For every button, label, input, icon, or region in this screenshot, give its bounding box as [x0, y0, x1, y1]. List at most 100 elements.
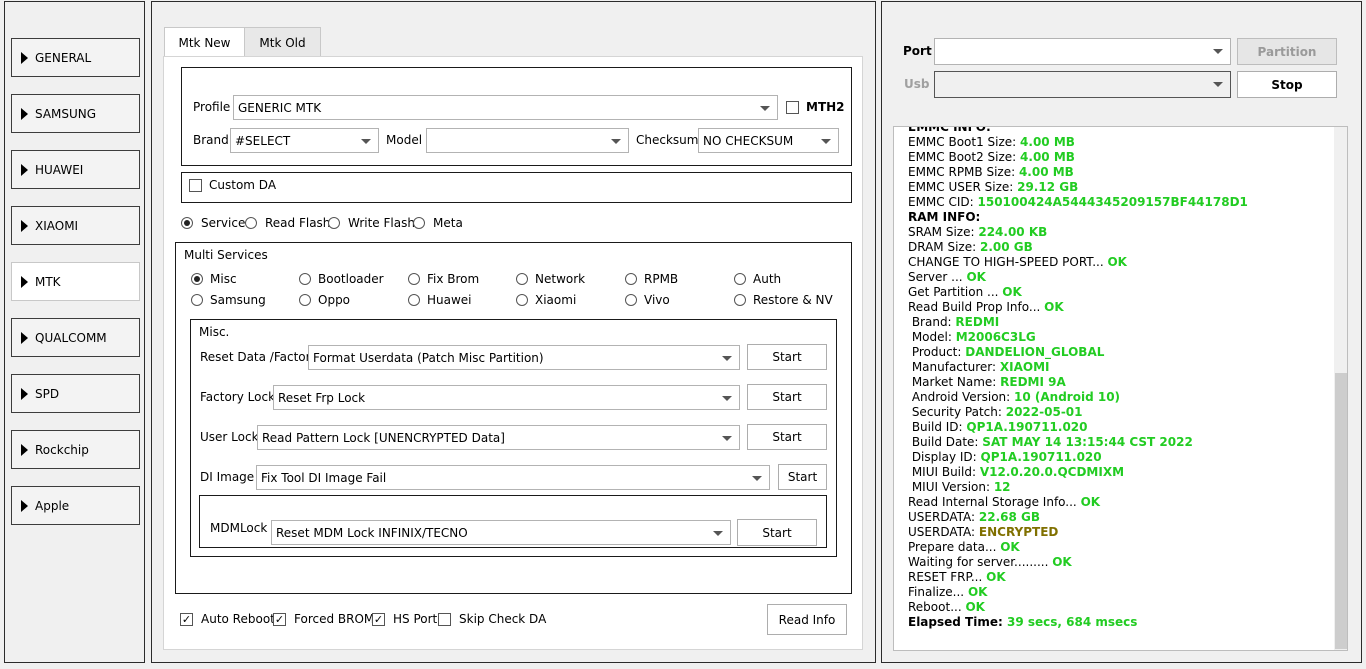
mode-radio-write-flash[interactable] [328, 217, 340, 229]
log-segment: Android Version: [908, 390, 1015, 404]
service-radio-restore-nv[interactable] [734, 294, 746, 306]
misc-row-start-button[interactable]: Start [747, 384, 827, 410]
sidebar-item-spd[interactable]: SPD [11, 374, 140, 413]
log-segment: RESET FRP... [908, 570, 987, 584]
log-segment: OK [965, 600, 985, 614]
mode-radio-read-flash[interactable] [245, 217, 257, 229]
service-radio-misc[interactable] [191, 273, 203, 285]
brand-select[interactable]: #SELECT [230, 128, 379, 153]
option-checkbox-auto-reboot[interactable]: ✓ [180, 613, 193, 626]
triangle-right-icon [21, 275, 28, 288]
triangle-right-icon [21, 387, 28, 400]
log-segment: CHANGE TO HIGH-SPEED PORT... [908, 255, 1108, 269]
option-checkbox-skip-check-da[interactable] [438, 613, 451, 626]
log-segment: Waiting for server......... [908, 555, 1053, 569]
misc-row-select-reset-data-factory[interactable]: Format Userdata (Patch Misc Partition) [308, 345, 740, 370]
sidebar-item-xiaomi[interactable]: XIAOMI [11, 206, 140, 245]
tab-mtk-new[interactable]: Mtk New [164, 27, 245, 57]
mode-radio-service[interactable] [181, 217, 193, 229]
sidebar-item-general[interactable]: GENERAL [11, 38, 140, 77]
partition-button[interactable]: Partition [1237, 38, 1337, 65]
log-line: USERDATA: 22.68 GB [908, 510, 1040, 525]
log-segment: Server ... [908, 270, 967, 284]
log-line: Finalize... OK [908, 585, 987, 600]
log-output[interactable]: EMMC INFO: EMMC Boot1 Size: 4.00 MB EMMC B… [893, 126, 1348, 651]
log-segment: Security Patch: [908, 405, 1006, 419]
log-segment: EMMC Boot1 Size: [908, 135, 1021, 149]
service-radio-bootloader[interactable] [299, 273, 311, 285]
log-segment: Reboot... [908, 600, 966, 614]
sidebar-item-qualcomm[interactable]: QUALCOMM [11, 318, 140, 357]
triangle-right-icon [21, 107, 28, 120]
misc-row-select-di-image[interactable]: Fix Tool DI Image Fail [256, 465, 770, 490]
sidebar-item-samsung[interactable]: SAMSUNG [11, 94, 140, 133]
log-segment: Read Build Prop Info... [908, 300, 1045, 314]
misc-row-start-button[interactable]: Start [747, 344, 827, 370]
chevron-down-icon [713, 531, 723, 536]
log-segment: Finalize... [908, 585, 968, 599]
log-scrollbar-thumb[interactable] [1335, 373, 1347, 649]
sidebar-item-mtk[interactable]: MTK [11, 262, 140, 301]
sidebar-item-label: Apple [35, 498, 70, 513]
mdm-start-button[interactable]: Start [737, 519, 817, 546]
log-segment: 2.00 GB [979, 240, 1033, 254]
log-segment: Manufacturer: [908, 360, 1000, 374]
log-segment: 2022-05-01 [1005, 405, 1083, 419]
log-line: EMMC CID: 150100424A5444345209157BF44178… [908, 195, 1248, 210]
log-segment: DRAM Size: [908, 240, 980, 254]
read-info-button[interactable]: Read Info [767, 604, 847, 635]
mdm-select[interactable]: Reset MDM Lock INFINIX/TECNO [271, 520, 731, 545]
log-line: Read Build Prop Info... OK [908, 300, 1064, 315]
profile-select[interactable]: GENERIC MTK [233, 95, 778, 120]
log-line: Build ID: QP1A.190711.020 [908, 420, 1088, 435]
log-line: Security Patch: 2022-05-01 [908, 405, 1083, 420]
tab-mtk-old[interactable]: Mtk Old [244, 27, 321, 57]
misc-row-select-user-lock[interactable]: Read Pattern Lock [UNENCRYPTED Data] [257, 425, 740, 450]
service-radio-vivo[interactable] [625, 294, 637, 306]
log-line: Brand: REDMI [908, 315, 999, 330]
service-radio-oppo[interactable] [299, 294, 311, 306]
sidebar-item-rockchip[interactable]: Rockchip [11, 430, 140, 469]
chevron-down-icon [722, 356, 732, 361]
log-line: Model: M2006C3LG [908, 330, 1036, 345]
log-scrollbar[interactable] [1334, 127, 1347, 650]
service-radio-huawei[interactable] [408, 294, 420, 306]
custom-da-group [181, 172, 852, 203]
service-radio-xiaomi[interactable] [516, 294, 528, 306]
triangle-right-icon [21, 51, 28, 64]
model-select[interactable] [426, 128, 629, 153]
misc-row-select-factory-lock[interactable]: Reset Frp Lock [273, 385, 740, 410]
log-line: Server ... OK [908, 270, 986, 285]
misc-row-start-button[interactable]: Start [778, 464, 827, 490]
misc-row-start-button[interactable]: Start [747, 424, 827, 450]
service-radio-network[interactable] [516, 273, 528, 285]
start-label: Start [762, 525, 792, 540]
custom-da-checkbox[interactable] [189, 179, 202, 192]
log-segment: 12 [993, 480, 1011, 494]
chevron-down-icon [1213, 49, 1223, 54]
service-radio-samsung[interactable] [191, 294, 203, 306]
option-checkbox-forced-brom[interactable]: ✓ [273, 613, 286, 626]
log-segment: 224.00 KB [978, 225, 1048, 239]
log-line: DRAM Size: 2.00 GB [908, 240, 1033, 255]
log-line: MIUI Build: V12.0.20.0.QCDMIXM [908, 465, 1124, 480]
mode-radio-meta[interactable] [413, 217, 425, 229]
sidebar-item-apple[interactable]: Apple [11, 486, 140, 525]
log-line: Manufacturer: XIAOMI [908, 360, 1050, 375]
stop-button[interactable]: Stop [1237, 71, 1337, 98]
service-radio-fix-brom[interactable] [408, 273, 420, 285]
log-segment: EMMC USER Size: [908, 180, 1018, 194]
log-line: SRAM Size: 224.00 KB [908, 225, 1047, 240]
port-select[interactable] [934, 38, 1231, 65]
mth2-checkbox[interactable] [786, 101, 799, 114]
service-radio-rpmb[interactable] [625, 273, 637, 285]
tab-label: Mtk New [178, 35, 231, 50]
service-radio-auth[interactable] [734, 273, 746, 285]
usb-select[interactable] [934, 71, 1231, 98]
sidebar-item-huawei[interactable]: HUAWEI [11, 150, 140, 189]
log-line: CHANGE TO HIGH-SPEED PORT... OK [908, 255, 1127, 270]
log-segment: QP1A.190711.020 [966, 420, 1088, 434]
port-label: Port [903, 44, 932, 58]
option-checkbox-hs-port[interactable]: ✓ [372, 613, 385, 626]
checksum-select[interactable]: NO CHECKSUM [698, 128, 839, 153]
